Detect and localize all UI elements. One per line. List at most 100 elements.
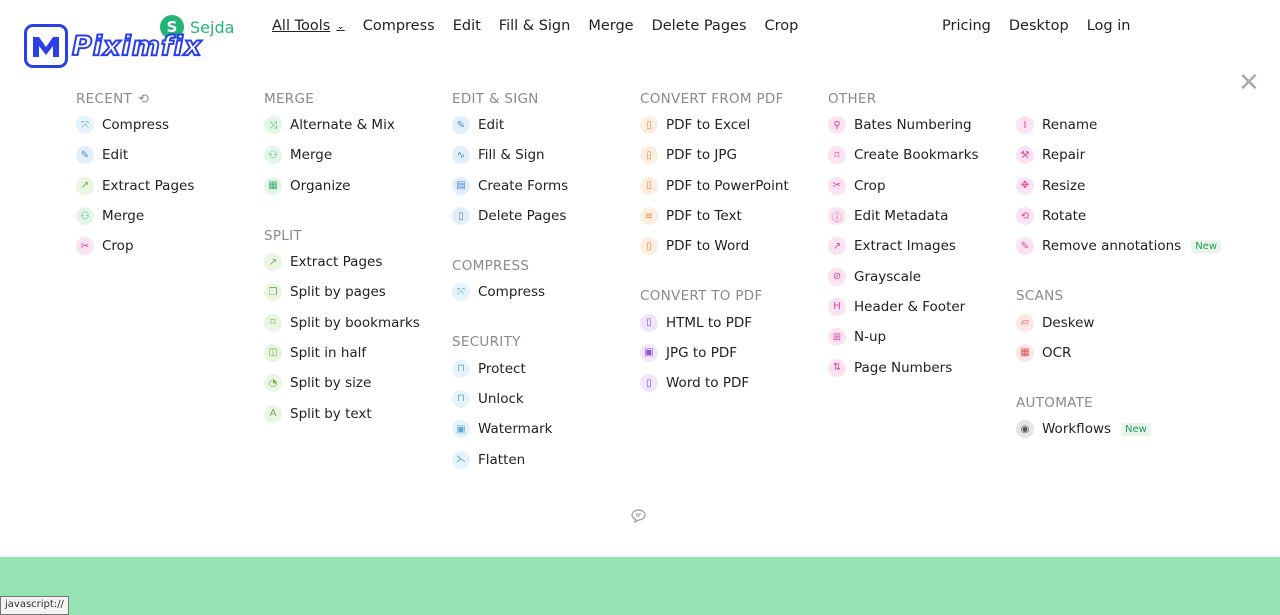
menu-item-label: Page Numbers: [854, 359, 953, 376]
nav-merge[interactable]: Merge: [588, 18, 633, 34]
menu-item-label: Header & Footer: [854, 298, 966, 315]
menu-item[interactable]: ⓘ Edit Metadata: [828, 201, 1013, 231]
compress-icon: ⤧: [76, 116, 94, 135]
feedback-icon[interactable]: [631, 509, 647, 525]
nav-login[interactable]: Log in: [1087, 18, 1131, 34]
menu-item[interactable]: ⇅ Page Numbers: [828, 352, 1013, 382]
menu-item[interactable]: ≡ PDF to Text: [640, 201, 825, 231]
menu-item-label: PDF to Excel: [666, 117, 751, 134]
menu-item[interactable]: ⌑ Split by bookmarks: [264, 307, 449, 337]
menu-item-label: Rename: [1042, 117, 1098, 134]
menu-item[interactable]: ▯ PDF to Excel: [640, 110, 825, 140]
menu-item-label: Extract Pages: [290, 254, 383, 271]
menu-item[interactable]: ↗ Extract Pages: [76, 171, 261, 201]
nav-desktop[interactable]: Desktop: [1009, 18, 1069, 34]
menu-item[interactable]: ✥ Resize: [1016, 171, 1201, 201]
new-badge: New: [1191, 239, 1221, 253]
nav-edit[interactable]: Edit: [453, 18, 481, 34]
menu-item[interactable]: ▤ Create Forms: [452, 171, 637, 201]
nav-all-tools-label: All Tools: [272, 18, 331, 34]
menu-item[interactable]: ✎ Remove annotations New: [1016, 231, 1221, 261]
watermark-icon: ▣: [452, 420, 470, 439]
deskew-icon: ▱: [1016, 313, 1034, 332]
menu-item[interactable]: ▯ PDF to Word: [640, 231, 825, 261]
menu-item-label: OCR: [1042, 344, 1072, 361]
pencil-icon: ✎: [76, 146, 94, 165]
half-icon: ◫: [264, 343, 282, 362]
menu-item[interactable]: ↗ Extract Images: [828, 231, 1013, 261]
menu-item[interactable]: ⊓ Protect: [452, 353, 637, 383]
menu-item-label: Split by text: [290, 405, 372, 422]
menu-item[interactable]: ◫ Split in half: [264, 338, 449, 368]
grid-icon: ▦: [264, 176, 282, 195]
nav-fill-sign[interactable]: Fill & Sign: [499, 18, 571, 34]
menu-column: OTHER ⚲ Bates Numbering ⌑ Create Bookmarks ✂ C…: [828, 88, 1013, 383]
menu-item-label: Edit: [102, 147, 129, 164]
menu-item[interactable]: ⚲ Bates Numbering: [828, 110, 1013, 140]
menu-item[interactable]: ⤨ Alternate & Mix: [264, 110, 449, 140]
menu-item[interactable]: ⚇ Merge: [76, 201, 261, 231]
menu-item[interactable]: ∿ Fill & Sign: [452, 140, 637, 170]
grid-icon: ⊞: [828, 328, 846, 347]
nav-compress[interactable]: Compress: [363, 18, 435, 34]
menu-item-label: Edit: [478, 117, 505, 134]
menu-item[interactable]: ⟲ Rotate: [1016, 201, 1201, 231]
menu-item-label: Deskew: [1042, 314, 1095, 331]
menu-item[interactable]: ❐ Split by pages: [264, 277, 449, 307]
new-badge: New: [1121, 422, 1151, 436]
nav-delete-pages[interactable]: Delete Pages: [652, 18, 747, 34]
merge-icon: ⚇: [76, 207, 94, 226]
menu-item[interactable]: ⊘ Grayscale: [828, 261, 1013, 291]
menu-item[interactable]: ▦ Organize: [264, 171, 449, 201]
menu-item-label: Workflows: [1042, 421, 1112, 438]
menu-item[interactable]: ▯ Word to PDF: [640, 368, 825, 398]
menu-item[interactable]: ⤧ Compress: [76, 110, 261, 140]
menu-item[interactable]: ▣ JPG to PDF: [640, 338, 825, 368]
menu-item[interactable]: ✂ Crop: [76, 231, 261, 261]
menu-item[interactable]: H Header & Footer: [828, 292, 1013, 322]
nav-crop[interactable]: Crop: [765, 18, 799, 34]
menu-item[interactable]: ⊞ N-up: [828, 322, 1013, 352]
menu-item[interactable]: ▯ PDF to JPG: [640, 140, 825, 170]
menu-item[interactable]: ⚇ Merge: [264, 140, 449, 170]
menu-item[interactable]: ✎ Edit: [452, 110, 637, 140]
menu-item[interactable]: ✂ Crop: [828, 171, 1013, 201]
nav-all-tools[interactable]: All Tools ⌄: [272, 18, 345, 34]
bookmark-icon: ⌑: [264, 313, 282, 332]
menu-item[interactable]: ◔ Split by size: [264, 368, 449, 398]
menu-item[interactable]: ▦ OCR: [1016, 338, 1201, 368]
nav-pricing[interactable]: Pricing: [942, 18, 991, 34]
menu-item[interactable]: ⤧ Compress: [452, 277, 637, 307]
menu-item[interactable]: ✎ Edit: [76, 140, 261, 170]
bookmark-icon: ⌑: [828, 146, 846, 165]
menu-item-label: PDF to PowerPoint: [666, 177, 789, 194]
close-icon[interactable]: ✕: [1238, 70, 1260, 96]
form-icon: ▤: [452, 176, 470, 195]
menu-item[interactable]: ⋋ Flatten: [452, 444, 637, 474]
menu-item[interactable]: ▱ Deskew: [1016, 307, 1201, 337]
unlock-icon: ⊓: [452, 389, 470, 408]
menu-item[interactable]: ▣ Watermark: [452, 414, 637, 444]
menu-item-label: Rotate: [1042, 208, 1087, 225]
menu-item[interactable]: I Rename: [1016, 110, 1201, 140]
section-title: COMPRESS: [452, 258, 530, 275]
flatten-icon: ⋋: [452, 450, 470, 469]
menu-item[interactable]: ▯ HTML to PDF: [640, 307, 825, 337]
numbers-icon: ⇅: [828, 358, 846, 377]
menu-item[interactable]: ⌑ Create Bookmarks: [828, 140, 1013, 170]
menu-item[interactable]: ▯ PDF to PowerPoint: [640, 171, 825, 201]
history-icon: ⟲: [138, 91, 150, 107]
menu-item[interactable]: ◉ Workflows New: [1016, 414, 1201, 444]
pages-icon: ❐: [264, 283, 282, 302]
menu-item[interactable]: ▯ Delete Pages: [452, 201, 637, 231]
menu-item[interactable]: A Split by text: [264, 398, 449, 428]
file-doc-icon: ▯: [640, 374, 658, 393]
dropper-icon: ⊘: [828, 267, 846, 286]
menu-item-label: Resize: [1042, 177, 1086, 194]
section-title: AUTOMATE: [1016, 395, 1093, 412]
section-title: SECURITY: [452, 334, 521, 351]
menu-item[interactable]: ⊓ Unlock: [452, 384, 637, 414]
menu-item[interactable]: ↗ Extract Pages: [264, 247, 449, 277]
menu-item[interactable]: ⚒ Repair: [1016, 140, 1201, 170]
